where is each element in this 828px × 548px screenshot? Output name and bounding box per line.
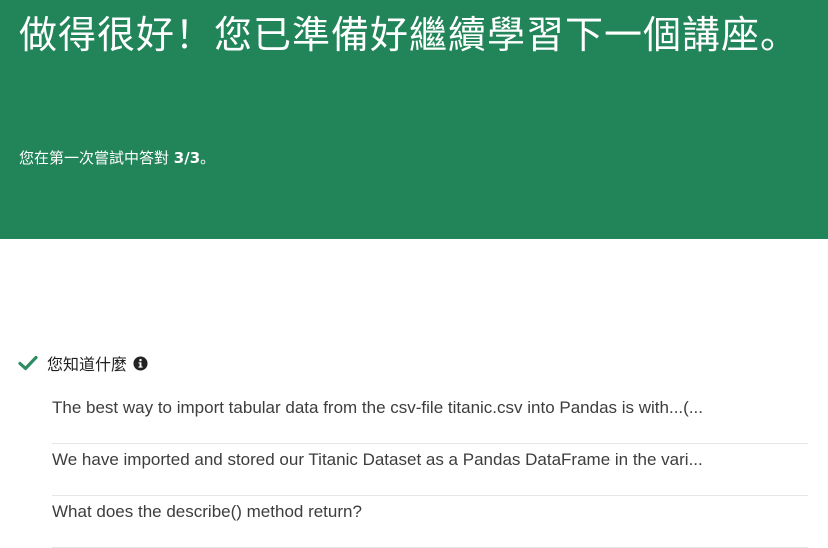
question-item[interactable]: What does the describe() method return? [52, 496, 808, 548]
knowledge-section-title: 您知道什麼 [47, 355, 128, 374]
result-summary: 您在第一次嘗試中答對 3/3。 [19, 147, 215, 169]
question-text[interactable]: We have imported and stored our Titanic … [52, 444, 808, 472]
question-list: The best way to import tabular data from… [52, 392, 808, 548]
question-item[interactable]: We have imported and stored our Titanic … [52, 444, 808, 496]
result-title: 做得很好！您已準備好繼續學習下一個講座。 [19, 13, 800, 57]
result-summary-suffix: 。 [200, 149, 216, 167]
result-score: 3/3 [173, 149, 201, 167]
check-icon [18, 355, 38, 371]
info-icon[interactable] [133, 355, 148, 371]
question-text[interactable]: The best way to import tabular data from… [52, 392, 808, 420]
result-summary-prefix: 您在第一次嘗試中答對 [19, 149, 174, 167]
question-item[interactable]: The best way to import tabular data from… [52, 392, 808, 444]
question-text[interactable]: What does the describe() method return? [52, 496, 808, 524]
result-banner: 做得很好！您已準備好繼續學習下一個講座。 您在第一次嘗試中答對 3/3。 [0, 0, 828, 239]
knowledge-section-header: 您知道什麼 [18, 348, 148, 378]
